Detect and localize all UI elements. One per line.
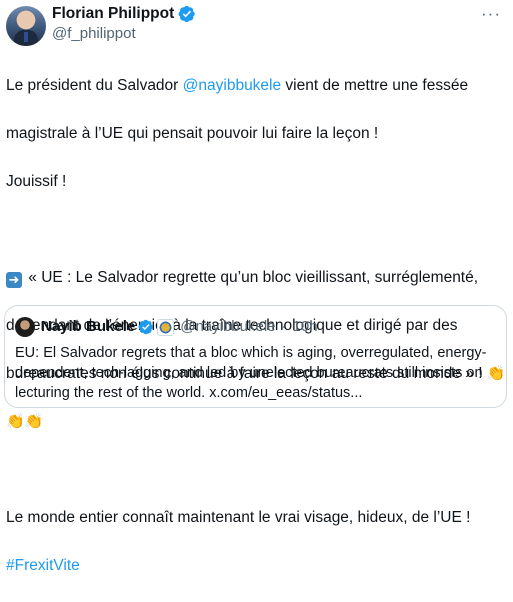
tweet-line: Le président du Salvador @nayibbukele vi… <box>6 74 506 98</box>
quoted-author-avatar[interactable] <box>15 317 35 337</box>
tweet-line: Jouissif ! <box>6 173 67 190</box>
clapping-hands-emoji-icon: 👏 <box>6 413 25 430</box>
tweet-line: Le monde entier connaît maintenant le vr… <box>6 509 471 526</box>
verified-badge-icon <box>138 319 154 335</box>
tweet-text-segment: Le président du Salvador <box>6 77 183 94</box>
tweet-line: ➜ « UE : Le Salvador regrette qu’un bloc… <box>6 266 506 290</box>
quoted-tweet-text: EU: El Salvador regrets that a bloc whic… <box>15 343 500 403</box>
quoted-tweet-line: EU: El Salvador regrets that a bloc whic… <box>15 345 487 361</box>
mention-link[interactable]: @nayibbukele <box>183 77 281 94</box>
quoted-tweet-line: lecturing the rest of the world. x.com/e… <box>15 385 363 401</box>
verified-badge-icon <box>178 5 195 23</box>
tweet-text-segment: vient de mettre une fessée <box>281 77 469 94</box>
quoted-author-handle[interactable]: @nayibbukele <box>180 316 275 338</box>
quoted-author-name[interactable]: Nayib Bukele <box>41 316 135 338</box>
quoted-tweet-header: Nayib Bukele @nayibbukele · 10h <box>41 316 318 338</box>
tweet-text-segment: « UE : Le Salvador regrette qu’un bloc v… <box>24 269 479 286</box>
right-arrow-emoji-icon: ➜ <box>6 272 22 288</box>
tweet-card: Florian Philippot @f_philippot ··· Le pr… <box>0 0 513 574</box>
quoted-tweet-time[interactable]: 10h <box>293 316 318 338</box>
tweet-line: 👏👏 <box>6 410 506 434</box>
clapping-hands-emoji-icon: 👏 <box>24 413 44 430</box>
meta-separator: · <box>281 318 287 335</box>
author-handle[interactable]: @f_philippot <box>52 24 136 44</box>
author-avatar[interactable] <box>6 6 46 46</box>
quoted-tweet[interactable]: Nayib Bukele @nayibbukele · 10h EU: El S… <box>4 305 507 408</box>
hashtag-link[interactable]: #FrexitVite <box>6 554 506 578</box>
tweet-line: magistrale à l’UE qui pensait pouvoir lu… <box>6 125 379 142</box>
quoted-tweet-line: dependent, tech-lagging, and led by unel… <box>15 365 483 381</box>
author-name-row: Florian Philippot <box>52 4 196 24</box>
government-seal-icon <box>157 318 175 336</box>
more-options-icon[interactable]: ··· <box>481 5 501 22</box>
author-name[interactable]: Florian Philippot <box>52 4 174 24</box>
